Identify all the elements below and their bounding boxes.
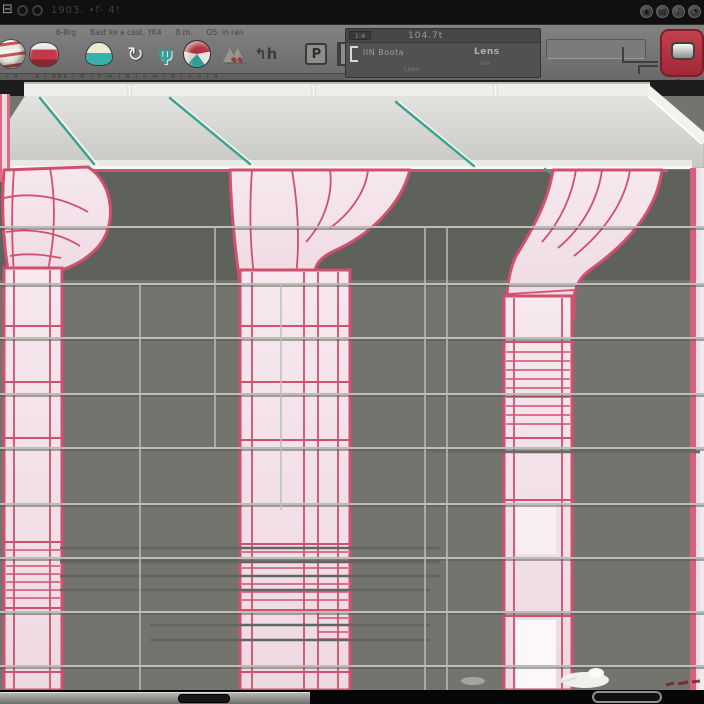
title-circle-icon-2 [32, 5, 43, 16]
sphere-icon [0, 39, 26, 69]
link-arrow-icon: ↰h [254, 45, 277, 63]
monitor-icon [671, 42, 695, 60]
window-controls: ◉ ▤ ♪ ◔ [640, 5, 701, 18]
menu-item-3[interactable]: 8 m. [176, 28, 193, 37]
sphere-tool-button[interactable] [0, 37, 26, 71]
teapot-icon [29, 42, 59, 67]
connector-line-1 [622, 47, 658, 63]
rotate-tool-button[interactable]: ↻ [127, 37, 144, 71]
status-panel [0, 692, 310, 704]
rotate-icon: ↻ [127, 42, 144, 66]
ladder-column-right[interactable] [504, 296, 572, 690]
tool-icons-row: ↻ ψ ▲▲●● ↰h P [0, 37, 362, 71]
render-button[interactable] [660, 29, 704, 77]
checkbox-sublabel: Leon [404, 65, 420, 73]
menu-item-1[interactable]: 6-8rg [56, 28, 76, 37]
bottom-bar [0, 690, 704, 704]
settings-panel: 1:4 104.7t IIN Boota Leon Lens low [345, 28, 541, 78]
menu-item-4[interactable]: O5. in ran [206, 28, 243, 37]
title-bar: ⊟ 1903. •f- 4! ◉ ▤ ♪ ◔ [0, 0, 704, 24]
viewport-3d[interactable] [0, 80, 704, 690]
title-left-cluster: ⊟ 1903. •f- 4! [2, 3, 121, 17]
teapot-tool-button[interactable] [26, 37, 59, 71]
title-circle-icon-1 [17, 5, 28, 16]
menu-bar: 6-8rg Bast ke a cast. YK4 8 m. O5. in ra… [56, 28, 244, 37]
prong-tool-button[interactable]: ψ [158, 37, 173, 71]
taskbar-button-2[interactable] [592, 691, 662, 703]
settings-panel-header: 1:4 104.7t [346, 29, 540, 43]
globe-icon [183, 40, 211, 68]
lens-label: Lens [474, 47, 500, 57]
main-field-value[interactable]: 104.7t [408, 31, 443, 41]
column-right-panel [516, 504, 556, 554]
window-title: 1903. •f- 4! [51, 5, 121, 16]
window-control-4[interactable]: ◔ [688, 5, 701, 18]
checkbox-label: IIN Boota [363, 48, 404, 57]
connector-line-2 [638, 65, 658, 74]
faint-object [461, 677, 485, 685]
dome-icon [85, 42, 113, 66]
panel-box-icon: P [305, 43, 327, 65]
ladder-column-left[interactable] [4, 268, 62, 690]
menu-item-2[interactable]: Bast ke a cast. YK4 [90, 28, 162, 37]
settings-panel-body: IIN Boota Leon Lens low [346, 43, 540, 77]
align-tool-button[interactable]: ▲▲●● [211, 37, 238, 71]
window-control-2[interactable]: ▤ [656, 5, 669, 18]
app-window: ⊟ 1903. •f- 4! ◉ ▤ ♪ ◔ 6-8rg Bast ke a c… [0, 0, 704, 704]
prong-icon: ψ [158, 43, 173, 65]
app-icon: ⊟ [2, 3, 13, 17]
lens-sublabel: low [480, 60, 490, 67]
globe-tool-button[interactable] [173, 37, 211, 71]
dome-tool-button[interactable] [59, 37, 113, 71]
roof-slab[interactable] [0, 82, 704, 181]
window-control-3[interactable]: ♪ [672, 5, 685, 18]
mini-field[interactable]: 1:4 [349, 31, 371, 40]
column-right-bright-panel [516, 620, 556, 688]
triangles-icon: ▲▲●● [223, 43, 238, 65]
taskbar-button-1[interactable] [178, 694, 230, 703]
main-toolbar: 6-8rg Bast ke a cast. YK4 8 m. O5. in ra… [0, 24, 704, 80]
window-control-1[interactable]: ◉ [640, 5, 653, 18]
link-tool-button[interactable]: ↰h [238, 37, 277, 71]
ladder-column-middle[interactable] [240, 270, 350, 690]
checkbox[interactable] [350, 46, 358, 62]
panel-tool-button[interactable]: P [277, 37, 327, 71]
